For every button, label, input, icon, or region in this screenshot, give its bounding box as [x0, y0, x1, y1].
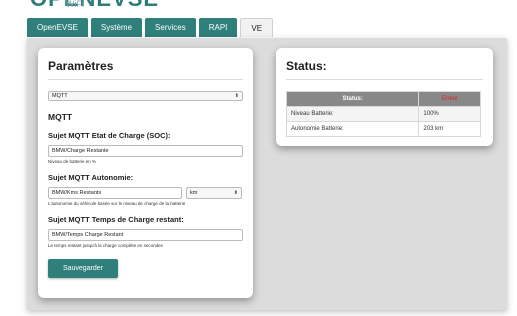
logo-text: OPENEVSE — [30, 0, 159, 8]
openevse-logo: OPENEVSE — [30, 0, 159, 8]
tab-services[interactable]: Services — [145, 18, 196, 37]
mode-select[interactable]: MQTT ⬍ — [48, 91, 243, 101]
parameters-title: Paramètres — [48, 59, 243, 80]
range-unit-select[interactable]: km ⬍ — [186, 187, 242, 199]
mode-select-value: MQTT — [52, 93, 68, 99]
soc-topic-label: Sujet MQTT Etat de Charge (SOC): — [48, 131, 171, 140]
parameters-card: Paramètres MQTT ⬍ MQTT Sujet MQTT Etat d… — [38, 48, 253, 298]
battery-level-label: Niveau Batterie: — [285, 106, 420, 122]
status-table: Status: Erreur Niveau Batterie: 100% Aut… — [285, 91, 481, 137]
range-topic-input[interactable]: BMW/Kms Restants — [48, 187, 182, 199]
status-header-value: Erreur — [418, 91, 481, 107]
status-header-row: Status: Erreur — [285, 91, 481, 107]
content-panel: Paramètres MQTT ⬍ MQTT Sujet MQTT Etat d… — [27, 38, 507, 310]
tab-systeme[interactable]: Système — [90, 18, 143, 37]
select-arrows-icon: ⬍ — [234, 93, 239, 99]
battery-range-label: Autonomie Batterie: — [285, 121, 420, 137]
time-topic-input[interactable]: BMW/Temps Charge Restant — [48, 229, 243, 241]
range-unit-value: km — [190, 190, 198, 196]
range-row: BMW/Kms Restants km ⬍ — [48, 182, 243, 199]
status-title: Status: — [286, 59, 483, 80]
tab-ve[interactable]: VE — [240, 18, 274, 37]
mqtt-section-title: MQTT — [48, 112, 73, 122]
logo-subtext: WiFi — [66, 0, 84, 9]
time-topic-label: Sujet MQTT Temps de Charge restant: — [48, 215, 184, 224]
soc-topic-hint: Niveau de batterie en % — [48, 159, 97, 164]
soc-topic-input[interactable]: BMW/Charge Restante — [48, 145, 243, 157]
main-tabs: OpenEVSE Système Services RAPI VE — [27, 18, 274, 37]
save-button[interactable]: Sauvegarder — [48, 259, 118, 278]
battery-range-value: 203 km — [418, 121, 481, 137]
table-row: Niveau Batterie: 100% — [285, 106, 481, 122]
time-topic-hint: Le temps restant jusqu'à la charge compl… — [48, 243, 163, 248]
table-row: Autonomie Batterie: 203 km — [285, 121, 481, 137]
range-topic-hint: L'autonomie du véhicule basée sur le niv… — [48, 201, 186, 206]
select-arrows-icon: ⬍ — [233, 190, 238, 196]
status-header-label: Status: — [285, 91, 420, 107]
tab-rapi[interactable]: RAPI — [198, 18, 238, 37]
tab-openevse[interactable]: OpenEVSE — [27, 18, 88, 37]
battery-level-value: 100% — [418, 106, 481, 122]
status-card: Status: Status: Erreur Niveau Batterie: … — [276, 48, 493, 146]
range-topic-label: Sujet MQTT Autonomie: — [48, 173, 134, 182]
